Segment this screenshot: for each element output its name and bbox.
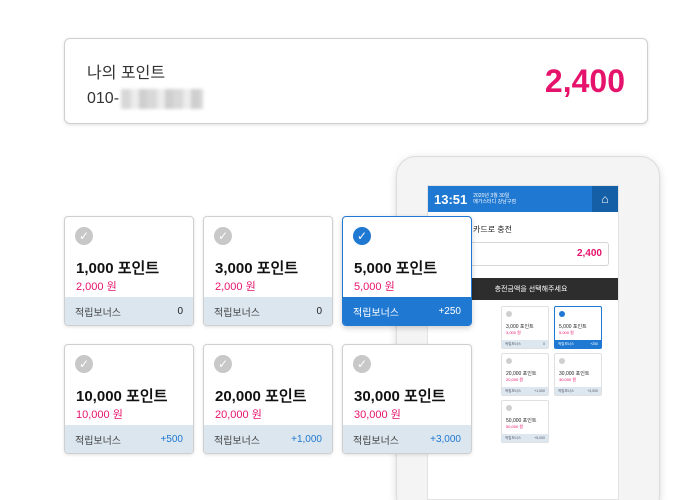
point-option-10000[interactable]: ✓ 10,000 포인트 10,000 원 적립보너스 +500 [64,344,194,454]
check-icon: ✓ [214,355,232,373]
bonus-label: 적립보너스 [214,307,260,319]
check-icon [506,358,512,364]
home-icon[interactable]: ⌂ [592,186,618,212]
point-option-1000[interactable]: ✓ 1,000 포인트 2,000 원 적립보너스 0 [64,216,194,326]
tablet-mini-card[interactable]: 20,000 포인트 20,000 원 적립보너스 +1,000 [501,353,549,396]
option-price: 20,000 원 [215,409,262,421]
bonus-value: +3,000 [430,433,461,445]
option-bonus: 적립보너스 +1,000 [204,425,332,453]
point-option-30000[interactable]: ✓ 30,000 포인트 30,000 원 적립보너스 +3,000 [342,344,472,454]
check-icon: ✓ [75,355,93,373]
bonus-value: +500 [160,433,183,445]
option-price: 5,000 원 [354,281,395,293]
check-icon: ✓ [353,355,371,373]
option-title: 5,000 포인트 [354,260,438,277]
option-bonus: 적립보너스 0 [204,297,332,325]
bonus-value: 0 [177,305,183,317]
check-icon [506,311,512,317]
option-title: 3,000 포인트 [215,260,299,277]
option-price: 2,000 원 [76,281,117,293]
tablet-status-bar: 13:51 2020년 3월 30일 메가스터디 강남구점 ⌂ [428,186,618,212]
bonus-label: 적립보너스 [353,307,399,319]
tablet-points-value: 2,400 [576,248,602,259]
tablet-mini-card-selected[interactable]: 5,000 포인트 5,000 원 적립보너스 +250 [554,306,602,349]
page: 13:51 2020년 3월 30일 메가스터디 강남구점 ⌂ 카드로 충전 2… [0,0,700,500]
bonus-label: 적립보너스 [75,307,121,319]
option-title: 20,000 포인트 [215,388,307,405]
bonus-label: 적립보너스 [75,435,121,447]
phone-prefix: 010- [87,90,120,107]
option-bonus: 적립보너스 +500 [65,425,193,453]
bonus-label: 적립보너스 [353,435,399,447]
point-option-20000[interactable]: ✓ 20,000 포인트 20,000 원 적립보너스 +1,000 [203,344,333,454]
tablet-date: 2020년 3월 30일 메가스터디 강남구점 [473,193,517,205]
option-price: 2,000 원 [215,281,256,293]
option-bonus: 적립보너스 0 [65,297,193,325]
check-icon [506,405,512,411]
bonus-value: +250 [438,305,461,317]
tablet-mini-card[interactable]: 30,000 포인트 30,000 원 적립보너스 +3,000 [554,353,602,396]
points-balance: 2,400 [544,63,625,99]
check-icon: ✓ [75,227,93,245]
option-title: 30,000 포인트 [354,388,446,405]
my-points-card: 나의 포인트 010- 2,400 [64,38,648,124]
option-title: 1,000 포인트 [76,260,160,277]
option-price: 30,000 원 [354,409,401,421]
tablet-mini-card[interactable]: 50,000 포인트 50,000 원 적립보너스 +5,000 [501,400,549,443]
bonus-value: +1,000 [291,433,322,445]
point-option-5000-selected[interactable]: ✓ 5,000 포인트 5,000 원 적립보너스 +250 [342,216,472,326]
phone-number: 010- [87,89,204,109]
points-title: 나의 포인트 [87,65,166,82]
option-bonus: 적립보너스 +3,000 [343,425,471,453]
check-icon: ✓ [353,227,371,245]
check-icon [559,358,565,364]
option-price: 10,000 원 [76,409,123,421]
tablet-time: 13:51 [434,191,468,207]
bonus-label: 적립보너스 [214,435,260,447]
option-title: 10,000 포인트 [76,388,168,405]
phone-redacted [121,89,204,109]
check-icon: ✓ [214,227,232,245]
point-option-3000[interactable]: ✓ 3,000 포인트 2,000 원 적립보너스 0 [203,216,333,326]
check-icon [559,311,565,317]
tablet-mini-card[interactable]: 3,000 포인트 3,000 원 적립보너스 0 [501,306,549,349]
bonus-value: 0 [316,305,322,317]
tablet-screen-title: 카드로 충전 [473,225,513,234]
option-bonus: 적립보너스 +250 [343,297,471,325]
